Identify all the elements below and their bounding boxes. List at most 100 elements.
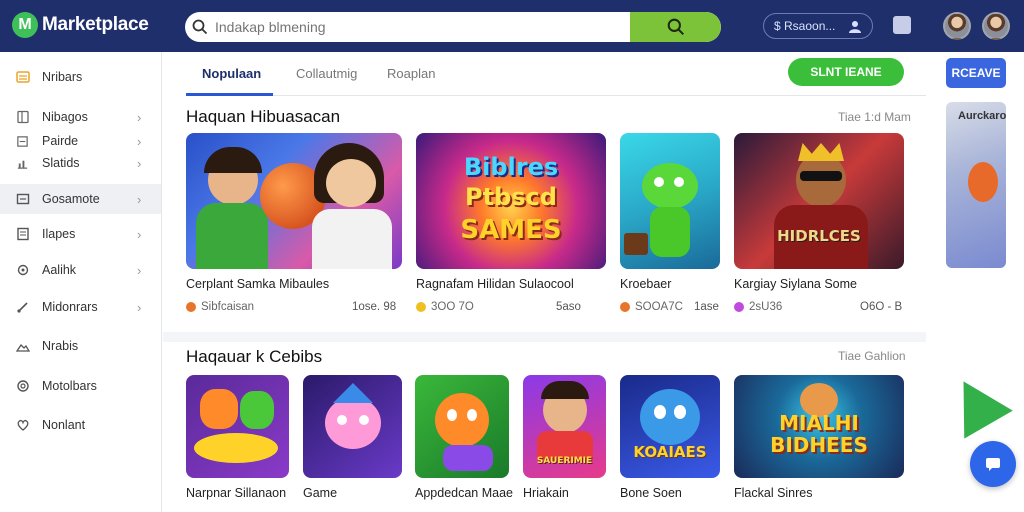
search-icon — [667, 18, 684, 36]
search-input[interactable] — [215, 13, 625, 41]
top-bar: M Marketplace $ Rsaoon... — [0, 0, 1024, 52]
game-thumbnail[interactable]: HIDRLCES — [734, 133, 904, 269]
card-title[interactable]: Cerplant Samka Mibaules — [186, 277, 329, 291]
decorative-leaf — [939, 367, 1013, 439]
card-title[interactable]: Game — [303, 486, 337, 500]
chevron-right-icon: › — [137, 262, 142, 278]
sidebar-item-label: Pairde — [42, 134, 79, 148]
chevron-right-icon: › — [137, 109, 142, 125]
gear-icon — [15, 263, 30, 278]
game-thumbnail[interactable]: SAUERIMIE — [523, 375, 606, 478]
card-meta: 2sU36 — [734, 301, 782, 313]
heart-icon — [15, 418, 30, 433]
sidebar-item-label: Ilapes — [42, 227, 76, 241]
sidebar-item-nonlant[interactable]: Nonlant — [0, 410, 161, 440]
card-price: O6O - B — [860, 301, 903, 313]
primary-action-button[interactable]: SLNT IEANE — [788, 58, 904, 86]
card-meta-text: 3OO 7O — [431, 301, 474, 313]
game-thumbnail[interactable] — [186, 133, 402, 269]
card-meta-text: SOOA7C — [635, 301, 683, 313]
game-thumbnail[interactable]: MIALHI BIDHEES — [734, 375, 904, 478]
card-title[interactable]: Narpnar Sillanaon — [186, 486, 286, 500]
sidebar-item-nibagos[interactable]: Nibagos › — [0, 102, 161, 132]
section-title: Haquan Hibuasacan — [186, 107, 341, 126]
game-thumbnail[interactable] — [303, 375, 402, 478]
image-icon — [15, 339, 30, 354]
card-meta: SOOA7C — [620, 301, 683, 313]
sidebar-item-pairde[interactable]: Pairde › — [0, 130, 161, 152]
tab-roaplan[interactable]: Roaplan — [387, 66, 435, 81]
active-tab-indicator — [186, 93, 273, 96]
game-thumbnail[interactable] — [620, 133, 720, 269]
sidebar-item-label: Nibagos — [42, 110, 88, 124]
search-bar — [185, 12, 721, 42]
search-button[interactable] — [630, 12, 721, 42]
chat-button[interactable] — [970, 441, 1016, 487]
avatar-secondary[interactable] — [982, 12, 1010, 40]
card-meta: Sibfcaisan — [186, 301, 254, 313]
card-title[interactable]: Flackal Sinres — [734, 486, 813, 500]
tab-collautmig[interactable]: Collautmig — [296, 66, 357, 81]
card-price: 1ose. 98 — [352, 301, 397, 313]
card-title[interactable]: Kargiay Siylana Some — [734, 277, 857, 291]
sidebar-item-aalihk[interactable]: Aalihk › — [0, 255, 161, 285]
game-thumbnail[interactable] — [186, 375, 289, 478]
sidebar-item-nrabis[interactable]: Nrabis — [0, 331, 161, 361]
sidebar-item-gosamote[interactable]: Gosamote › — [0, 184, 161, 214]
sidebar-item-label: Gosamote — [42, 192, 100, 206]
secondary-action-button[interactable]: RCEAVE — [946, 58, 1006, 88]
avatar[interactable] — [943, 12, 971, 40]
category-dot-icon — [416, 302, 426, 312]
sidebar-item-label: Nonlant — [42, 418, 86, 432]
sidebar: Nribars Nibagos › Pairde › Slatids › Gos… — [0, 52, 162, 512]
card-title[interactable]: Ragnafam Hilidan Sulaocool — [416, 277, 574, 291]
calendar-icon[interactable] — [893, 16, 911, 34]
section-divider — [163, 332, 926, 342]
chevron-right-icon: › — [137, 299, 142, 315]
logo-text: Marketplace — [42, 14, 149, 35]
sidebar-item-ilapes[interactable]: Ilapes › — [0, 219, 161, 249]
sidebar-item-label: Motolbars — [42, 379, 97, 393]
section-see-all-link[interactable]: Tiae Gahlion — [838, 349, 906, 363]
account-label: $ Rsaoon... — [774, 19, 836, 33]
game-thumbnail[interactable]: KOAIAES — [620, 375, 720, 478]
brush-icon — [15, 300, 30, 315]
doc-icon — [15, 227, 30, 242]
chevron-right-icon: › — [137, 133, 142, 149]
card-title[interactable]: Appdedcan Maae — [415, 486, 513, 500]
game-thumbnail[interactable] — [415, 375, 509, 478]
file-icon — [15, 134, 30, 149]
sidebar-item-label: Aalihk — [42, 263, 77, 277]
sidebar-item-label: Slatids — [42, 156, 80, 170]
account-button[interactable]: $ Rsaoon... — [763, 13, 873, 39]
sidebar-item-slatids[interactable]: Slatids › — [0, 152, 161, 174]
category-dot-icon — [620, 302, 630, 312]
sidebar-item-motolbars[interactable]: Motolbars — [0, 371, 161, 401]
card-title[interactable]: Bone Soen — [620, 486, 682, 500]
list-icon — [15, 70, 30, 85]
card-meta: 3OO 7O — [416, 301, 474, 313]
sidebar-item-label: Nribars — [42, 70, 83, 84]
tab-nopulaan[interactable]: Nopulaan — [202, 66, 261, 81]
search-icon — [185, 12, 215, 42]
card-title[interactable]: Kroebaer — [620, 277, 671, 291]
book-icon — [15, 110, 30, 125]
card-price: 5aso — [556, 301, 581, 313]
chevron-right-icon: › — [137, 155, 142, 171]
section-see-all-link[interactable]: Tiae 1:d Mam — [838, 110, 911, 124]
category-dot-icon — [186, 302, 196, 312]
carousel-next-preview[interactable]: Aurckaro — [946, 102, 1006, 268]
logo[interactable]: M Marketplace — [12, 12, 149, 38]
section-title: Haqauar k Cebibs — [186, 347, 323, 366]
sidebar-item-label: Midonrars — [42, 300, 98, 314]
settings-icon — [15, 379, 30, 394]
chat-icon — [986, 458, 1000, 471]
card-title[interactable]: Hriakain — [523, 486, 569, 500]
logo-icon: M — [12, 12, 38, 38]
sidebar-item-nribars[interactable]: Nribars — [0, 62, 161, 92]
sidebar-item-midonrars[interactable]: Midonrars › — [0, 292, 161, 322]
game-thumbnail[interactable]: Biblres Ptbscd SAMES — [416, 133, 606, 269]
peek-label: Aurckaro — [958, 110, 1006, 122]
chevron-right-icon: › — [137, 191, 142, 207]
category-dot-icon — [734, 302, 744, 312]
